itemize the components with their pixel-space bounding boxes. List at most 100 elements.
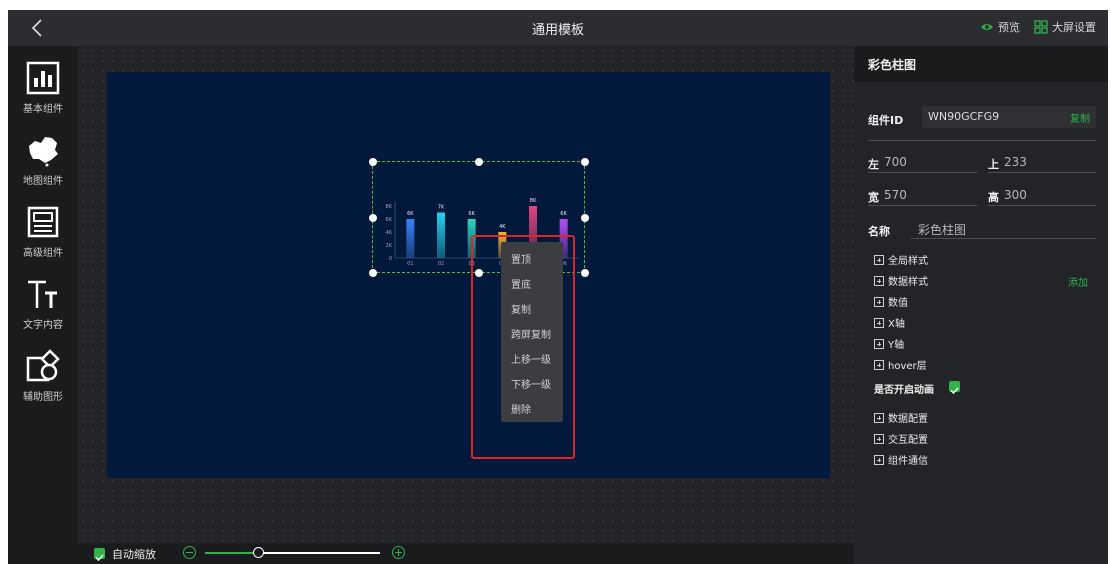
sidebar-item-label: 高级组件 xyxy=(23,248,63,259)
sidebar-item-shapes[interactable]: 辅助图形 xyxy=(8,348,78,403)
tree-x-axis[interactable]: X轴 xyxy=(874,315,905,330)
y-tick-label: 6K xyxy=(386,217,393,223)
screen-settings-button[interactable]: 大屏设置 xyxy=(1034,19,1096,35)
resize-handle-l[interactable] xyxy=(369,214,377,222)
top-input-underline xyxy=(988,172,1096,173)
component-sidebar: 基本组件 地图组件 高级组件 文字内容 辅助图形 xyxy=(8,46,78,564)
tree-label: 全局样式 xyxy=(888,256,928,267)
top-input[interactable]: 233 xyxy=(1004,155,1027,169)
height-label: 高 xyxy=(988,191,999,204)
bar-value-label: 7K xyxy=(438,205,445,211)
left-input[interactable]: 700 xyxy=(884,155,907,169)
y-tick-label: 4K xyxy=(386,230,393,236)
y-tick-label: 8K xyxy=(386,204,393,210)
resize-handle-bl[interactable] xyxy=(369,269,377,277)
expand-icon xyxy=(874,317,884,328)
check-icon xyxy=(950,387,959,395)
menu-item-move-up[interactable]: 上移一级 xyxy=(501,348,563,373)
top-bar: 通用模板 预览 大屏设置 xyxy=(8,10,1108,46)
name-input[interactable]: 彩色柱图 xyxy=(918,221,966,238)
tree-label: Y轴 xyxy=(888,340,905,351)
menu-item-copy[interactable]: 复制 xyxy=(501,298,563,323)
expand-icon xyxy=(874,275,884,286)
page-title: 通用模板 xyxy=(531,23,584,38)
tree-data-config[interactable]: 数据配置 xyxy=(874,410,928,425)
width-input[interactable]: 570 xyxy=(884,188,907,202)
left-input-underline xyxy=(868,172,978,173)
preview-button[interactable]: 预览 xyxy=(980,19,1020,35)
resize-handle-br[interactable] xyxy=(581,269,589,277)
eye-icon xyxy=(981,24,993,30)
sidebar-item-advanced[interactable]: 高级组件 xyxy=(8,204,78,259)
shapes-icon xyxy=(26,349,60,382)
expand-icon xyxy=(874,433,884,444)
tree-label: 数值 xyxy=(888,298,908,309)
expand-icon xyxy=(874,454,884,465)
menu-item-delete[interactable]: 删除 xyxy=(501,398,563,423)
height-input[interactable]: 300 xyxy=(1004,188,1027,202)
resize-handle-r[interactable] xyxy=(581,214,589,222)
component-id-value: WN90GCFG9 xyxy=(928,110,1000,123)
width-label: 宽 xyxy=(868,191,879,204)
bar-chart-icon xyxy=(26,61,60,95)
menu-item-send-to-back[interactable]: 置底 xyxy=(501,273,563,298)
preview-label: 预览 xyxy=(998,21,1020,34)
tree-global-style[interactable]: 全局样式 xyxy=(874,252,928,267)
zoom-in-button[interactable] xyxy=(392,546,405,559)
y-tick-label: 2K xyxy=(386,243,393,249)
top-actions: 预览 大屏设置 xyxy=(980,19,1096,35)
top-label: 上 xyxy=(988,158,999,171)
bar-value-label: 6K xyxy=(468,211,475,217)
auto-zoom-label: 自动缩放 xyxy=(112,548,156,561)
tree-label: 交互配置 xyxy=(888,435,928,446)
screen-canvas[interactable]: 02K4K6K8K6K017K026K034K048K056K06 xyxy=(107,72,830,478)
tree-label: 组件通信 xyxy=(888,456,928,467)
add-data-style-button[interactable]: 添加 xyxy=(1068,274,1088,289)
auto-zoom-checkbox[interactable] xyxy=(94,548,105,562)
sidebar-item-label: 辅助图形 xyxy=(23,392,63,403)
zoom-slider[interactable] xyxy=(205,552,380,554)
resize-handle-tl[interactable] xyxy=(369,158,377,166)
menu-item-bring-to-front[interactable]: 置顶 xyxy=(501,248,563,273)
tree-hover-layer[interactable]: hover层 xyxy=(874,357,927,372)
expand-icon xyxy=(874,412,884,423)
context-menu: 置顶 置底 复制 跨屏复制 上移一级 下移一级 删除 xyxy=(501,242,563,422)
canvas-workspace[interactable]: 02K4K6K8K6K017K026K034K048K056K06 置顶 置底 … xyxy=(78,46,854,543)
tree-numeric[interactable]: 数值 xyxy=(874,294,908,309)
china-map-icon xyxy=(29,137,58,167)
tree-label: 数据样式 xyxy=(888,277,928,288)
resize-handle-tr[interactable] xyxy=(581,158,589,166)
sidebar-item-text[interactable]: 文字内容 xyxy=(8,276,78,331)
text-icon xyxy=(28,280,57,308)
menu-item-cross-screen-copy[interactable]: 跨屏复制 xyxy=(501,323,563,348)
animation-checkbox[interactable] xyxy=(949,381,960,395)
name-label: 名称 xyxy=(868,225,890,238)
tree-label: 数据配置 xyxy=(888,414,928,425)
tree-label: X轴 xyxy=(888,319,905,330)
tree-interaction-config[interactable]: 交互配置 xyxy=(874,431,928,446)
sidebar-item-map[interactable]: 地图组件 xyxy=(8,132,78,187)
screen-settings-label: 大屏设置 xyxy=(1052,21,1096,34)
y-tick-label: 0 xyxy=(389,256,392,262)
zoom-slider-knob[interactable] xyxy=(252,547,264,558)
sidebar-item-basic[interactable]: 基本组件 xyxy=(8,60,78,115)
tree-y-axis[interactable]: Y轴 xyxy=(874,336,904,351)
tree-component-comm[interactable]: 组件通信 xyxy=(874,452,928,467)
zoom-out-button[interactable] xyxy=(183,546,196,559)
component-id-field: WN90GCFG9 复制 xyxy=(922,106,1096,128)
tree-label: hover层 xyxy=(888,361,927,372)
bar-value-label: 6K xyxy=(560,211,567,217)
sidebar-item-label: 文字内容 xyxy=(23,320,63,331)
resize-handle-t[interactable] xyxy=(475,158,483,166)
expand-icon xyxy=(874,254,884,265)
component-id-label: 组件ID xyxy=(868,114,904,127)
expand-icon xyxy=(874,359,884,370)
expand-icon xyxy=(874,338,884,349)
bar xyxy=(437,212,445,258)
menu-item-move-down[interactable]: 下移一级 xyxy=(501,373,563,398)
layout-icon xyxy=(27,206,59,238)
properties-panel: 彩色柱图 组件ID WN90GCFG9 复制 左 700 上 233 宽 570… xyxy=(854,46,1108,564)
expand-icon xyxy=(874,296,884,307)
copy-id-button[interactable]: 复制 xyxy=(1070,110,1090,125)
tree-data-style[interactable]: 数据样式 xyxy=(874,273,928,288)
